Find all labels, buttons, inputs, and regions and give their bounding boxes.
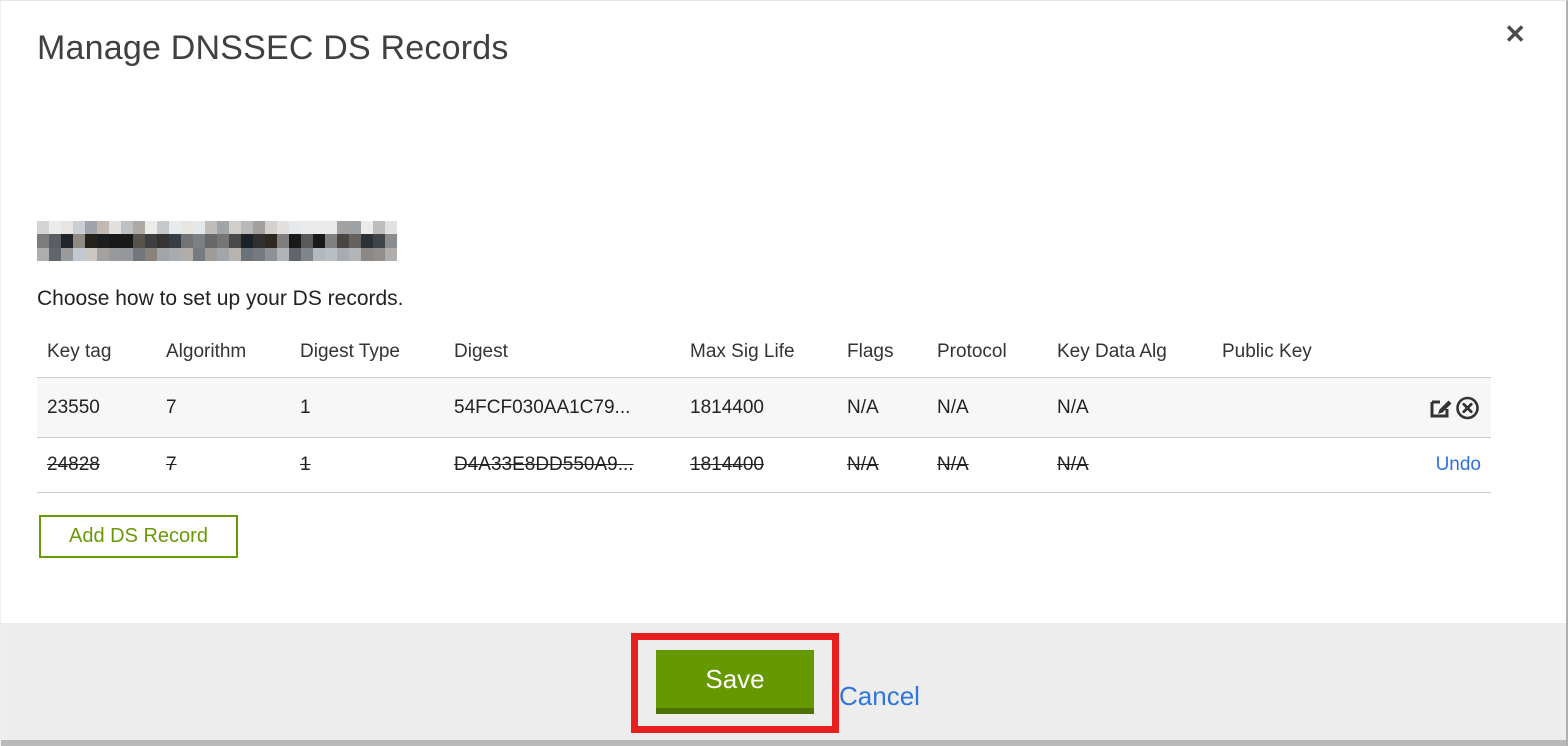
digest-value: 54FCF030AA1C79... (454, 396, 631, 418)
add-ds-record-button[interactable]: Add DS Record (39, 515, 238, 558)
key-data-alg-value: N/A (1057, 396, 1089, 418)
flags-value: N/A (847, 396, 879, 418)
col-header-digest-type: Digest Type (300, 341, 400, 362)
algorithm-value: 7 (166, 454, 177, 475)
table-row: 23550 7 1 54FCF030AA1C79... 1814400 N/A … (37, 377, 1491, 438)
flags-value: N/A (847, 454, 879, 475)
save-button[interactable]: Save (656, 650, 814, 714)
max-sig-life-value: 1814400 (690, 454, 764, 475)
col-header-max-sig-life: Max Sig Life (690, 341, 795, 362)
digest-type-value: 1 (300, 454, 311, 475)
col-header-flags: Flags (847, 341, 894, 362)
col-header-protocol: Protocol (937, 341, 1007, 362)
digest-type-value: 1 (300, 396, 311, 418)
col-header-actions (1341, 331, 1491, 378)
redacted-domain-name (37, 221, 397, 261)
key-tag-value: 23550 (47, 396, 100, 418)
table-row-deleted: 24828 7 1 D4A33E8DD550A9... 1814400 N/A … (37, 437, 1491, 493)
protocol-value: N/A (937, 396, 969, 418)
edit-icon[interactable] (1427, 394, 1454, 421)
undo-link[interactable]: Undo (1436, 454, 1481, 475)
close-icon[interactable]: ✕ (1504, 21, 1526, 47)
max-sig-life-value: 1814400 (690, 396, 764, 418)
algorithm-value: 7 (166, 396, 177, 418)
ds-records-table: Key tag Algorithm Digest Type Digest Max… (37, 331, 1491, 493)
cancel-link[interactable]: Cancel (839, 681, 920, 712)
col-header-public-key: Public Key (1222, 341, 1312, 362)
red-annotation-rectangle: Save (631, 633, 839, 733)
manage-dnssec-modal: Manage DNSSEC DS Records ✕ Choose how to… (0, 0, 1568, 746)
delete-circle-x-icon[interactable] (1454, 394, 1481, 421)
page-title: Manage DNSSEC DS Records (37, 29, 509, 67)
key-tag-value: 24828 (47, 454, 100, 475)
col-header-key-data-alg: Key Data Alg (1057, 341, 1167, 362)
key-data-alg-value: N/A (1057, 454, 1089, 475)
table-header-row: Key tag Algorithm Digest Type Digest Max… (37, 331, 1491, 378)
protocol-value: N/A (937, 454, 969, 475)
col-header-algorithm: Algorithm (166, 341, 247, 362)
subtitle-text: Choose how to set up your DS records. (37, 287, 404, 310)
col-header-digest: Digest (454, 341, 508, 362)
modal-footer: Save Cancel (1, 623, 1566, 746)
col-header-key-tag: Key tag (47, 341, 112, 362)
digest-value: D4A33E8DD550A9... (454, 454, 634, 475)
